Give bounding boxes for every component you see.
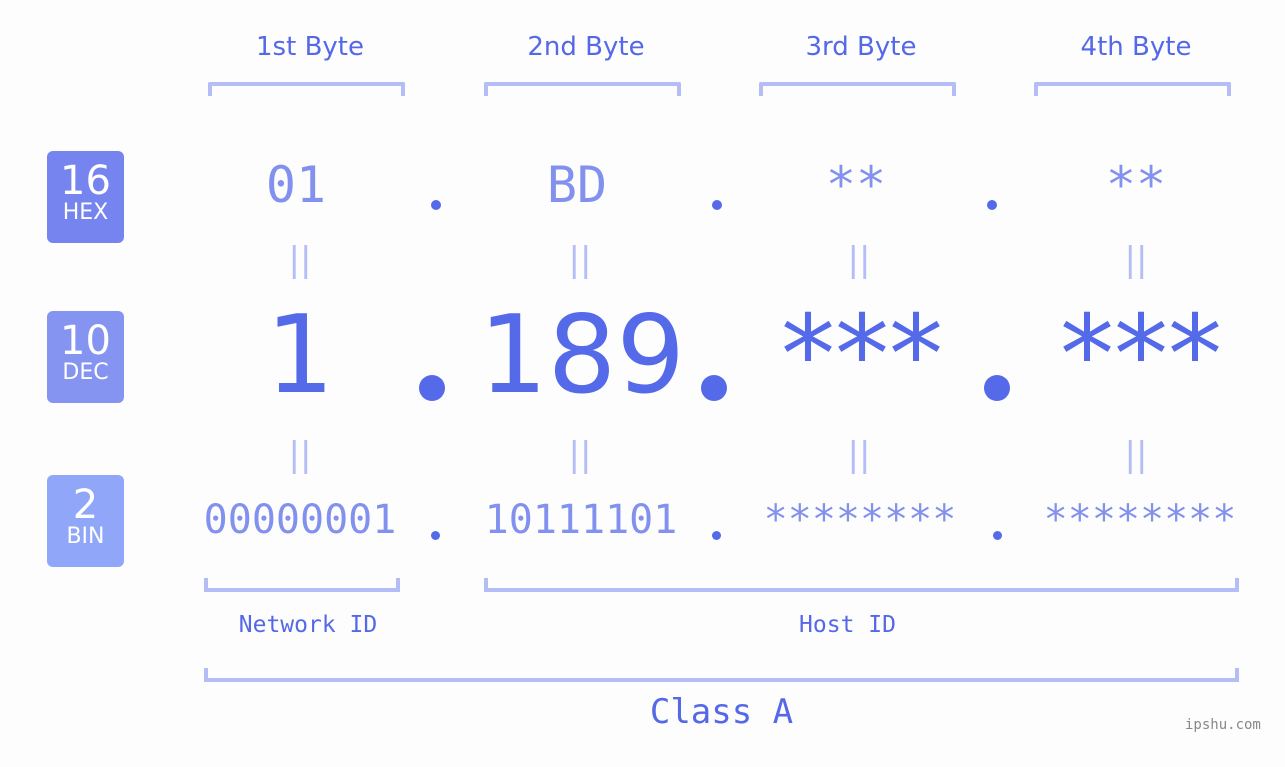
header-byte-1: 1st Byte xyxy=(256,32,364,62)
hex-byte-2: BD xyxy=(546,156,608,214)
hex-byte-4: ** xyxy=(1105,156,1167,214)
bracket-byte-1 xyxy=(208,82,405,96)
dec-byte-2: 189 xyxy=(478,293,686,418)
equals-sign: || xyxy=(568,435,592,475)
bin-byte-2: 10111101 xyxy=(484,497,678,543)
bin-badge: 2 BIN xyxy=(47,475,124,567)
dec-badge: 10 DEC xyxy=(47,311,124,403)
equals-sign: || xyxy=(847,435,871,475)
equals-sign: || xyxy=(568,240,592,280)
network-id-label: Network ID xyxy=(238,612,378,638)
bracket-byte-2 xyxy=(484,82,681,96)
class-label: Class A xyxy=(649,692,794,732)
header-byte-4: 4th Byte xyxy=(1080,32,1192,62)
bin-separator-3 xyxy=(993,531,1002,540)
hex-badge: 16 HEX xyxy=(47,151,124,243)
host-id-label: Host ID xyxy=(799,612,896,638)
bin-byte-1: 00000001 xyxy=(203,497,397,543)
hex-badge-label: HEX xyxy=(62,200,109,225)
hex-separator-3 xyxy=(987,200,997,210)
hex-byte-3: ** xyxy=(825,156,887,214)
bracket-byte-3 xyxy=(759,82,956,96)
hex-separator-2 xyxy=(712,200,722,210)
equals-sign: || xyxy=(1124,240,1148,280)
dec-separator-2 xyxy=(701,375,727,401)
equals-sign: || xyxy=(847,240,871,280)
hex-byte-1: 01 xyxy=(265,156,327,214)
equals-sign: || xyxy=(288,435,312,475)
bin-badge-label: BIN xyxy=(66,524,105,549)
dec-badge-label: DEC xyxy=(62,360,109,385)
bin-byte-4: ******** xyxy=(1043,497,1237,543)
bin-badge-number: 2 xyxy=(72,482,99,528)
equals-sign: || xyxy=(288,240,312,280)
watermark: ipshu.com xyxy=(1185,717,1261,733)
dec-byte-3: *** xyxy=(781,293,943,418)
dec-separator-1 xyxy=(419,375,445,401)
hex-badge-number: 16 xyxy=(60,158,111,204)
class-bracket xyxy=(204,668,1239,682)
bin-byte-3: ******** xyxy=(763,497,957,543)
header-byte-3: 3rd Byte xyxy=(805,32,917,62)
hex-separator-1 xyxy=(431,200,441,210)
dec-separator-3 xyxy=(984,375,1010,401)
bracket-byte-4 xyxy=(1034,82,1231,96)
header-byte-2: 2nd Byte xyxy=(527,32,645,62)
bin-separator-2 xyxy=(712,531,721,540)
bin-separator-1 xyxy=(431,531,440,540)
network-id-bracket xyxy=(204,578,400,592)
dec-badge-number: 10 xyxy=(60,318,111,364)
equals-sign: || xyxy=(1124,435,1148,475)
dec-byte-4: *** xyxy=(1060,293,1222,418)
host-id-bracket xyxy=(484,578,1239,592)
dec-byte-1: 1 xyxy=(265,293,335,418)
